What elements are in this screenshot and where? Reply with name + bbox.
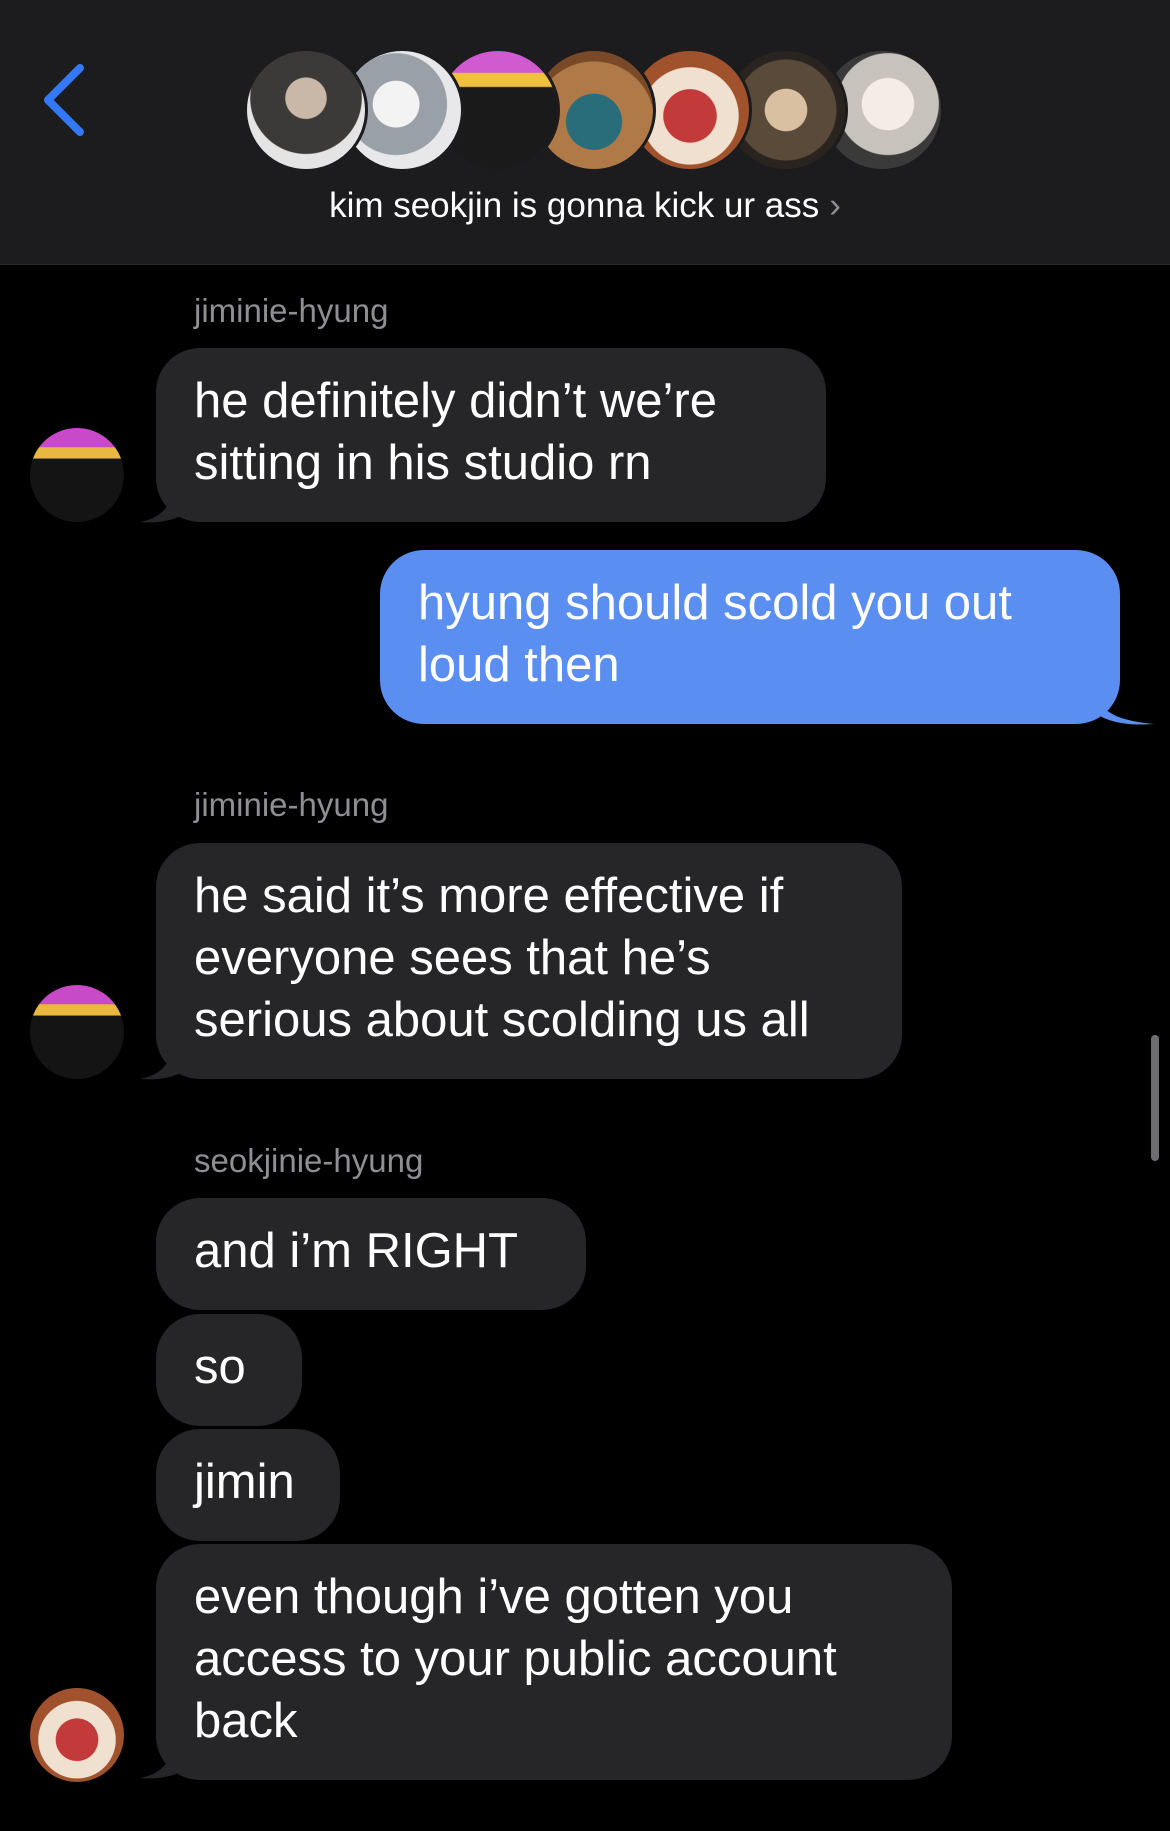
sender-avatar[interactable]: [30, 985, 124, 1079]
message-bubble-outgoing[interactable]: hyung should scold you out loud then: [380, 550, 1120, 724]
chat-header: kim seokjin is gonna kick ur ass ›: [0, 0, 1170, 265]
bubble-tail: [140, 1744, 190, 1779]
group-title[interactable]: kim seokjin is gonna kick ur ass ›: [0, 186, 1170, 226]
avatar: [244, 48, 368, 172]
message-bubble-incoming[interactable]: so: [156, 1314, 302, 1426]
chevron-left-icon[interactable]: [36, 58, 96, 138]
bubble-tail: [140, 1045, 190, 1080]
chevron-right-icon: ›: [829, 186, 841, 225]
message-bubble-incoming[interactable]: jimin: [156, 1429, 340, 1541]
group-avatars[interactable]: [244, 48, 944, 174]
message-bubble-incoming[interactable]: even though i’ve gotten you access to yo…: [156, 1544, 952, 1780]
bubble-tail: [1096, 690, 1154, 725]
message-bubble-incoming[interactable]: and i’m RIGHT: [156, 1198, 586, 1310]
bubble-tail: [140, 488, 190, 523]
message-bubble-incoming[interactable]: he definitely didn’t we’re sitting in hi…: [156, 348, 826, 522]
scrollbar[interactable]: [1151, 1035, 1159, 1161]
group-name: kim seokjin is gonna kick ur ass: [329, 186, 820, 225]
sender-avatar[interactable]: [30, 428, 124, 522]
sender-name: seokjinie-hyung: [194, 1142, 424, 1179]
message-bubble-incoming[interactable]: he said it’s more effective if everyone …: [156, 843, 902, 1079]
sender-name: jiminie-hyung: [194, 292, 389, 329]
sender-avatar[interactable]: [30, 1688, 124, 1782]
sender-name: jiminie-hyung: [194, 786, 389, 823]
